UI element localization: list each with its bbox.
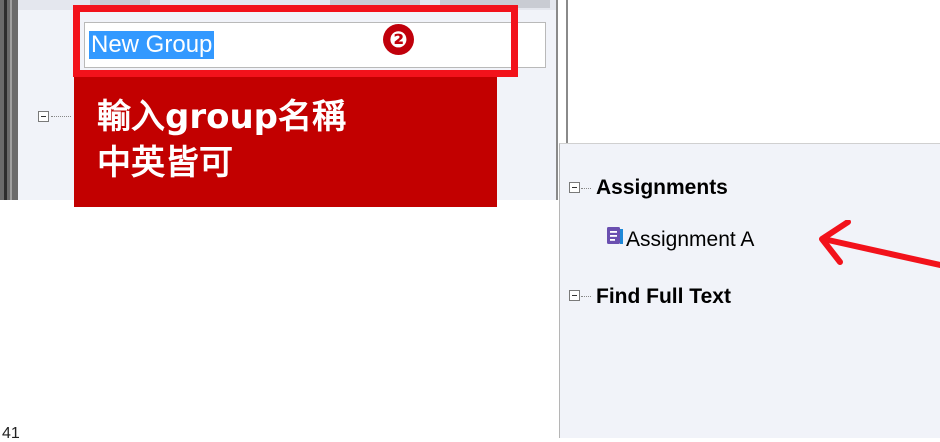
step-number-badge: ❷ — [383, 24, 414, 55]
tree-connector — [581, 296, 591, 297]
page-number: 41 — [2, 425, 20, 442]
highlight-frame — [73, 5, 518, 77]
collapse-icon[interactable] — [569, 182, 580, 193]
tree-connector — [51, 116, 71, 117]
window-frame-left — [0, 0, 18, 200]
pointer-arrow-icon — [819, 220, 940, 268]
tree-connector — [581, 188, 591, 189]
callout-line-2: 中英皆可 — [97, 143, 233, 183]
instruction-callout: 輸入group名稱 中英皆可 — [74, 77, 497, 207]
group-tree-screenshot: Assignments Assignment A Find Full Text — [559, 143, 940, 438]
callout-line-1: 輸入group名稱 — [97, 97, 347, 137]
collapse-icon[interactable] — [38, 111, 49, 122]
tree-item-find-full-text[interactable]: Find Full Text — [596, 285, 731, 309]
assignment-doc-icon — [607, 227, 623, 244]
tree-item-assignments[interactable]: Assignments — [596, 176, 728, 200]
collapse-icon[interactable] — [569, 290, 580, 301]
tree-item-assignment-a[interactable]: Assignment A — [626, 228, 754, 252]
